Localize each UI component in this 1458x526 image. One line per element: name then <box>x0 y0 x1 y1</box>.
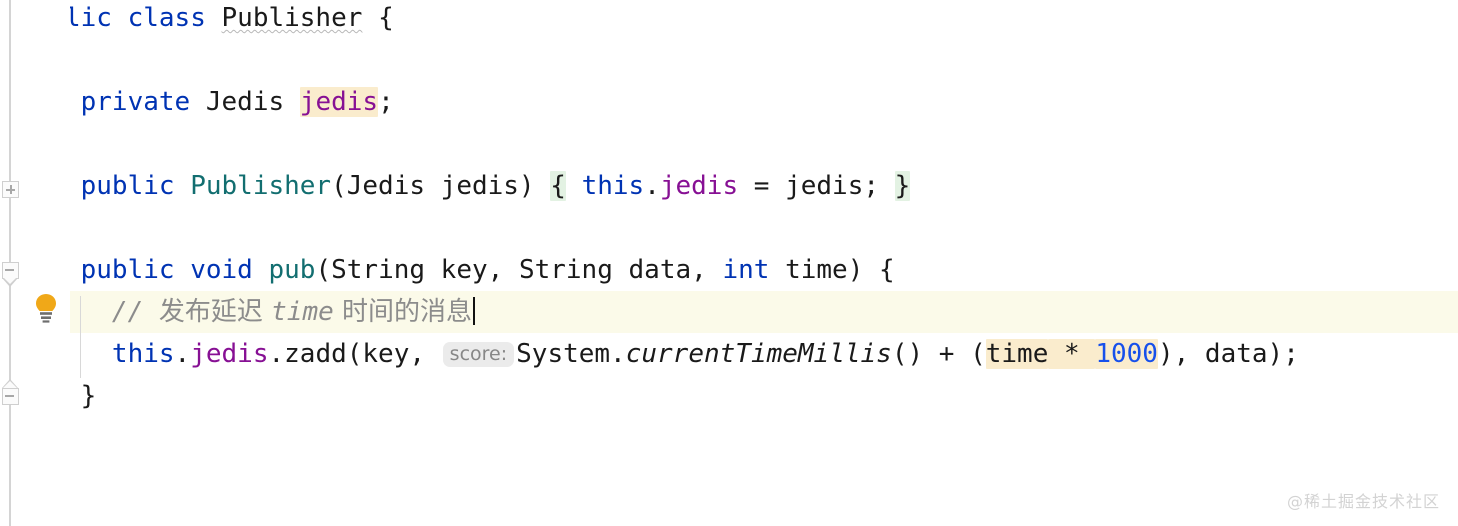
inlay-hint-score[interactable]: score: <box>442 342 515 367</box>
fold-region-end-icon-body <box>2 388 19 405</box>
token-param-time: time <box>985 339 1049 369</box>
token-method-close-brace: } <box>80 381 97 411</box>
token-keyword-public-ctor: public <box>80 171 175 201</box>
fold-region-end-icon-bar <box>5 395 14 397</box>
editor-gutter <box>0 0 70 526</box>
token-keyword-private: private <box>80 87 191 117</box>
code-editor: public class Publisher { private Jedis j… <box>0 0 1458 526</box>
token-field-jedis: jedis <box>299 87 379 117</box>
token-keyword-this-ctor: this <box>581 171 645 201</box>
code-line-field-declaration: private Jedis jedis; <box>18 81 394 123</box>
token-comment-slashes: // <box>111 297 159 327</box>
code-line-class-declaration: public class Publisher { <box>18 0 394 39</box>
token-constructor-name: Publisher <box>190 171 332 201</box>
token-comment-text-italic: time <box>271 297 334 327</box>
fold-region-end-marker[interactable] <box>2 379 19 405</box>
token-keyword-this-zadd: this <box>111 339 175 369</box>
fold-collapse-icon-tip-inner <box>3 277 18 284</box>
token-field-jedis-ctor: jedis <box>659 171 739 201</box>
token-constructor-params: (Jedis jedis) <box>331 171 535 201</box>
token-comment-text-b: 时间的消息 <box>333 297 473 327</box>
code-content[interactable]: public class Publisher { private Jedis j… <box>0 0 1458 526</box>
token-after-call: () + ( <box>891 339 986 369</box>
token-keyword-int: int <box>722 255 770 285</box>
token-class-name-publisher: Publisher <box>221 3 363 33</box>
code-line-constructor: public Publisher(Jedis jedis) { this.jed… <box>18 165 911 207</box>
fold-collapse-icon-bar <box>5 269 14 271</box>
token-number-1000: 1000 <box>1095 339 1158 369</box>
fold-expand-icon-vertical <box>10 185 12 194</box>
watermark: @稀土掘金技术社区 <box>1286 492 1440 511</box>
token-dot-zadd: . <box>174 339 191 369</box>
token-static-method-currenttimemillis: currentTimeMillis <box>625 339 892 369</box>
token-comment-text-a: 发布延迟 <box>158 297 272 327</box>
code-line-zadd-call: this.jedis.zadd(key, score: System.curren… <box>18 333 1299 375</box>
fold-expand-marker[interactable] <box>2 181 19 198</box>
token-multiply-operator: * <box>1048 339 1096 369</box>
token-type-jedis: Jedis <box>205 87 285 117</box>
token-dot-ctor: . <box>644 171 660 201</box>
code-line-comment: // 发布延迟 time 时间的消息 <box>18 291 476 333</box>
token-keyword-void: void <box>190 255 253 285</box>
token-zadd-tail: ), data); <box>1157 339 1299 369</box>
token-method-params-a: (String key, String data, <box>315 255 723 285</box>
token-keyword-public-method: public <box>80 255 175 285</box>
code-line-method-signature: public void pub(String key, String data,… <box>18 249 895 291</box>
token-method-params-b: time) { <box>769 255 895 285</box>
token-zadd-call: .zadd(key, <box>268 339 441 369</box>
token-ctor-open-brace: { <box>550 171 566 201</box>
fold-region-end-icon-tip-inner <box>3 380 18 388</box>
token-field-jedis-zadd: jedis <box>190 339 269 369</box>
token-ctor-close-brace: } <box>894 171 911 201</box>
token-keyword-class: class <box>127 3 206 33</box>
fold-collapse-marker-method[interactable] <box>2 262 19 287</box>
token-method-name-pub: pub <box>268 255 316 285</box>
lightbulb-icon[interactable] <box>33 293 59 323</box>
token-semicolon-field: ; <box>378 87 394 117</box>
token-open-brace-class: { <box>378 3 394 33</box>
text-caret <box>473 297 476 325</box>
token-system-qualifier: System. <box>516 339 626 369</box>
token-assignment-ctor: = jedis; <box>738 171 895 201</box>
